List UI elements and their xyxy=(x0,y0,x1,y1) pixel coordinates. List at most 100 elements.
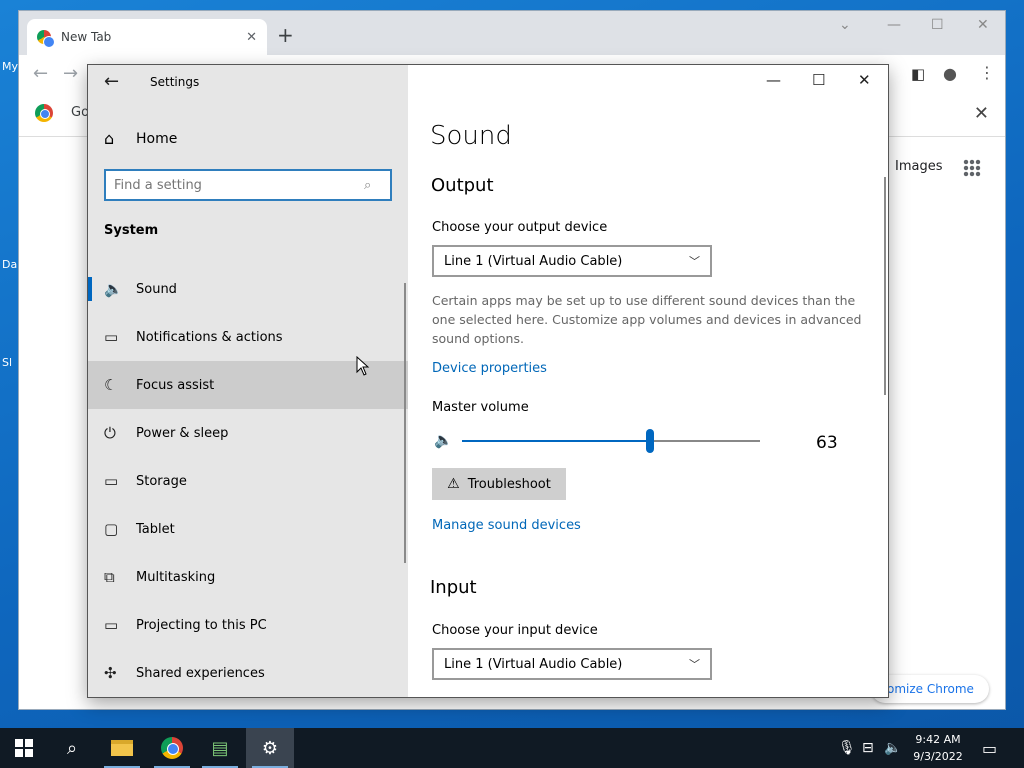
more-menu-icon[interactable]: ⋮ xyxy=(979,63,995,82)
sidebar-scrollbar[interactable] xyxy=(404,283,406,563)
home-nav-item[interactable]: ⌂ Home xyxy=(104,129,177,148)
output-device-label: Choose your output device xyxy=(432,220,608,235)
volume-value: 63 xyxy=(816,433,838,453)
device-properties-link[interactable]: Device properties xyxy=(432,361,547,376)
apps-grid-icon[interactable] xyxy=(963,159,981,177)
clock[interactable]: 9:42 AM 9/3/2022 xyxy=(906,731,970,765)
chrome-taskbar-button[interactable] xyxy=(148,728,196,768)
troubleshoot-label: Troubleshoot xyxy=(467,476,551,492)
volume-slider-thumb[interactable] xyxy=(645,429,654,453)
google-icon xyxy=(35,104,53,122)
shared-icon: ✣ xyxy=(104,664,117,682)
output-device-select[interactable]: Line 1 (Virtual Audio Cable) ﹀ xyxy=(432,245,712,277)
maximize-icon[interactable]: ☐ xyxy=(812,71,825,89)
images-link[interactable]: Images xyxy=(895,159,943,174)
page-title: Sound xyxy=(430,121,512,151)
close-icon[interactable]: ✕ xyxy=(246,30,257,45)
output-heading: Output xyxy=(431,175,494,196)
moon-icon: ☾ xyxy=(104,376,118,394)
master-volume-label: Master volume xyxy=(432,400,529,415)
sidebar-item-label: Shared experiences xyxy=(136,665,265,681)
projector-icon: ▭ xyxy=(104,616,119,634)
volume-slider-fill xyxy=(462,440,650,442)
power-icon: ⏻ xyxy=(104,424,116,442)
clock-date: 9/3/2022 xyxy=(913,750,963,763)
clock-time: 9:42 AM xyxy=(915,733,961,746)
volume-icon[interactable]: 🔈 xyxy=(884,728,901,768)
sidebar-item-label: Tablet xyxy=(136,521,175,537)
search-icon[interactable]: ⌕ xyxy=(48,728,96,768)
network-icon[interactable]: ⊟ xyxy=(862,728,874,768)
multitasking-icon: ⧉ xyxy=(104,568,115,586)
notifications-icon[interactable]: ▭ xyxy=(982,728,997,768)
profile-icon[interactable]: ● xyxy=(943,64,957,83)
maximize-icon[interactable]: ☐ xyxy=(931,17,944,33)
desktop-icon-label[interactable]: Da xyxy=(2,258,17,271)
sidebar-item-label: Sound xyxy=(136,281,177,297)
home-icon: ⌂ xyxy=(104,129,115,148)
chevron-down-icon[interactable]: ⌄ xyxy=(839,17,851,33)
sidebar-nav: 🔈 Sound ▭ Notifications & actions ☾ Focus ass… xyxy=(88,265,408,697)
window-title: Settings xyxy=(150,75,200,89)
forward-arrow-icon[interactable]: → xyxy=(63,63,78,84)
sidebar-item[interactable]: ▭ Storage xyxy=(88,457,408,505)
file-explorer-button[interactable] xyxy=(98,728,146,768)
minimize-icon[interactable]: — xyxy=(887,17,901,33)
content-scrollbar[interactable] xyxy=(884,177,886,395)
output-description: Certain apps may be set up to use differ… xyxy=(432,293,862,346)
minimize-icon[interactable]: — xyxy=(766,71,781,89)
chrome-tab-title: New Tab xyxy=(61,30,112,44)
close-icon[interactable]: ✕ xyxy=(974,103,989,124)
sidebar-item[interactable]: ▭ Projecting to this PC xyxy=(88,601,408,649)
speaker-icon: 🔈 xyxy=(104,280,123,298)
taskbar: ⌕ ▤ ⚙ 🎙 ⊟ 🔈 9:42 AM 9/3/2022 ▭ xyxy=(0,728,1024,768)
new-tab-icon[interactable]: + xyxy=(277,23,294,47)
troubleshoot-button[interactable]: ⚠ Troubleshoot xyxy=(432,468,566,500)
start-button[interactable] xyxy=(0,728,48,768)
warning-icon: ⚠ xyxy=(447,476,460,492)
home-label: Home xyxy=(136,130,178,147)
desktop-icon-label[interactable]: Sl xyxy=(2,356,12,369)
settings-taskbar-button[interactable]: ⚙ xyxy=(246,728,294,768)
settings-sidebar: ← Settings ⌂ Home ⌕ System 🔈 Sound ▭ Notifi… xyxy=(88,65,408,697)
close-icon[interactable]: ✕ xyxy=(858,71,871,89)
input-device-value: Line 1 (Virtual Audio Cable) xyxy=(444,656,623,672)
back-arrow-icon[interactable]: ← xyxy=(33,63,48,84)
app-icon: ▤ xyxy=(211,737,229,759)
sidebar-item-label: Projecting to this PC xyxy=(136,617,267,633)
sound-page: — ☐ ✕ Sound Output Choose your output de… xyxy=(408,65,888,697)
sidebar-item[interactable]: ▢ Tablet xyxy=(88,505,408,553)
sidebar-item[interactable]: ✣ Shared experiences xyxy=(88,649,408,697)
speaker-icon[interactable]: 🔈 xyxy=(434,431,453,449)
sidebar-item-label: Storage xyxy=(136,473,187,489)
chrome-tab[interactable]: New Tab ✕ xyxy=(27,19,267,55)
search-box[interactable]: ⌕ xyxy=(104,169,392,201)
windows-logo-icon xyxy=(15,739,33,757)
gear-icon: ⚙ xyxy=(261,737,279,759)
sidebar-item[interactable]: ⏻ Power & sleep xyxy=(88,409,408,457)
sidebar-toggle-icon[interactable]: ◧ xyxy=(911,65,925,83)
desktop-icon-label[interactable]: My xyxy=(2,60,18,73)
microphone-icon[interactable]: 🎙 xyxy=(838,728,856,768)
output-device-value: Line 1 (Virtual Audio Cable) xyxy=(444,253,623,269)
notification-icon: ▭ xyxy=(104,328,119,346)
chevron-down-icon: ﹀ xyxy=(689,658,700,671)
sidebar-item[interactable]: ⧉ Multitasking xyxy=(88,553,408,601)
search-input[interactable] xyxy=(114,177,364,193)
search-icon: ⌕ xyxy=(364,177,372,193)
sidebar-item[interactable]: ▭ Notifications & actions xyxy=(88,313,408,361)
input-device-label: Choose your input device xyxy=(432,623,598,638)
chrome-favicon-icon xyxy=(37,30,55,48)
sidebar-item[interactable]: 🔈 Sound xyxy=(88,265,408,313)
app-taskbar-button[interactable]: ▤ xyxy=(196,728,244,768)
close-icon[interactable]: ✕ xyxy=(977,17,989,33)
input-device-select[interactable]: Line 1 (Virtual Audio Cable) ﹀ xyxy=(432,648,712,680)
sidebar-item-label: Multitasking xyxy=(136,569,216,585)
sidebar-item-label: Notifications & actions xyxy=(136,329,283,345)
settings-window: ← Settings ⌂ Home ⌕ System 🔈 Sound ▭ Notifi… xyxy=(87,64,889,698)
volume-slider-track[interactable] xyxy=(462,440,760,442)
back-arrow-icon[interactable]: ← xyxy=(104,71,119,92)
chevron-down-icon: ﹀ xyxy=(689,255,700,268)
manage-sound-devices-link[interactable]: Manage sound devices xyxy=(432,518,581,533)
sidebar-item-label: Focus assist xyxy=(136,377,215,393)
